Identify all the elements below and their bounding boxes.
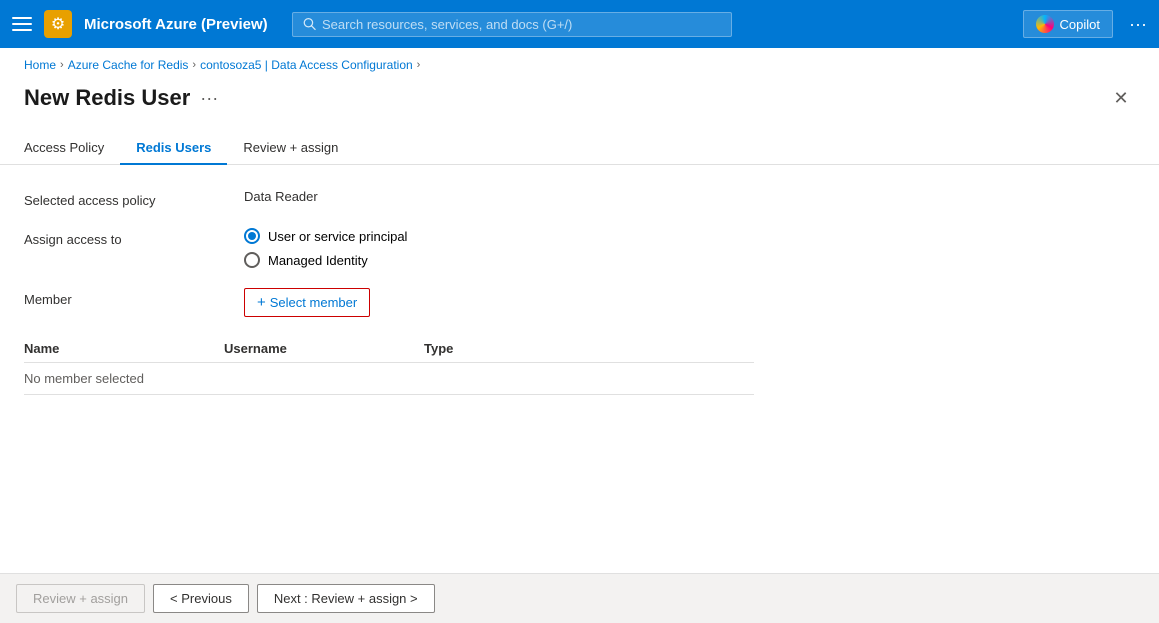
main-panel: Home › Azure Cache for Redis › contosoza… <box>0 48 1159 623</box>
hamburger-menu[interactable] <box>12 14 32 34</box>
breadcrumb-config[interactable]: contosoza5 | Data Access Configuration <box>200 58 413 72</box>
select-member-text: Select member <box>270 295 357 310</box>
azure-icon-box: ⚙ <box>44 10 72 38</box>
plus-icon: + <box>257 294 266 311</box>
radio-outer-user <box>244 228 260 244</box>
breadcrumb: Home › Azure Cache for Redis › contosoza… <box>0 48 1159 76</box>
select-member-button[interactable]: + Select member <box>244 288 370 317</box>
next-button[interactable]: Next : Review + assign > <box>257 584 435 613</box>
page-more-options[interactable]: ··· <box>200 88 218 109</box>
access-policy-label: Selected access policy <box>24 189 244 208</box>
radio-group: User or service principal Managed Identi… <box>244 228 407 268</box>
search-icon <box>303 17 316 31</box>
table-header: Name Username Type <box>24 337 754 363</box>
access-policy-value: Data Reader <box>244 189 318 204</box>
top-navigation: ⚙ Microsoft Azure (Preview) Copilot ··· <box>0 0 1159 48</box>
assign-access-row: Assign access to User or service princip… <box>24 228 1135 268</box>
page-header: New Redis User ··· ✕ <box>0 76 1159 112</box>
access-policy-row: Selected access policy Data Reader <box>24 189 1135 208</box>
radio-managed-identity[interactable]: Managed Identity <box>244 252 407 268</box>
col-name: Name <box>24 341 224 356</box>
topnav-more[interactable]: ··· <box>1129 14 1147 35</box>
table-empty-row: No member selected <box>24 363 754 395</box>
radio-user-principal[interactable]: User or service principal <box>244 228 407 244</box>
radio-outer-managed <box>244 252 260 268</box>
review-assign-button[interactable]: Review + assign <box>16 584 145 613</box>
tabs-container: Access Policy Redis Users Review + assig… <box>0 112 1159 165</box>
app-title: Microsoft Azure (Preview) <box>84 16 268 33</box>
close-button[interactable]: ✕ <box>1107 84 1135 112</box>
breadcrumb-redis[interactable]: Azure Cache for Redis <box>68 58 189 72</box>
empty-message: No member selected <box>24 371 224 386</box>
copilot-icon <box>1036 15 1054 33</box>
tab-access-policy[interactable]: Access Policy <box>24 132 120 165</box>
form-area: Selected access policy Data Reader Assig… <box>0 165 1159 395</box>
page-title: New Redis User <box>24 85 190 111</box>
breadcrumb-sep-2: › <box>192 59 196 71</box>
radio-inner-user <box>248 232 256 240</box>
member-table: Name Username Type No member selected <box>24 337 754 395</box>
col-type: Type <box>424 341 624 356</box>
radio-user-label: User or service principal <box>268 229 407 244</box>
radio-managed-label: Managed Identity <box>268 253 368 268</box>
col-username: Username <box>224 341 424 356</box>
search-box[interactable] <box>292 12 732 37</box>
tab-redis-users[interactable]: Redis Users <box>120 132 227 165</box>
breadcrumb-home[interactable]: Home <box>24 58 56 72</box>
member-label: Member <box>24 288 244 307</box>
assign-access-label: Assign access to <box>24 228 244 247</box>
breadcrumb-sep-3: › <box>417 59 421 71</box>
breadcrumb-sep-1: › <box>60 59 64 71</box>
previous-button[interactable]: < Previous <box>153 584 249 613</box>
member-row: Member + Select member <box>24 288 1135 317</box>
bottom-bar: Review + assign < Previous Next : Review… <box>0 573 1159 623</box>
search-input[interactable] <box>322 17 721 32</box>
copilot-button[interactable]: Copilot <box>1023 10 1113 38</box>
tab-review-assign[interactable]: Review + assign <box>227 132 354 165</box>
